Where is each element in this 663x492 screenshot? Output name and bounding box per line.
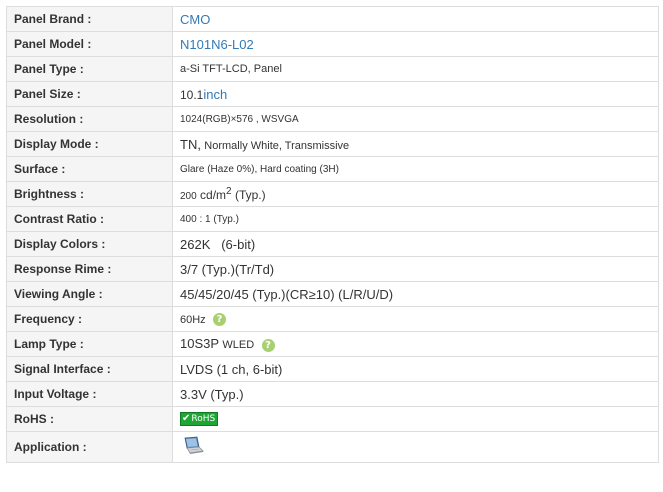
application-value xyxy=(172,431,659,463)
input-voltage-value: 3.3V (Typ.) xyxy=(172,381,659,407)
brightness-number: 200 xyxy=(180,191,197,202)
panel-size-number: 10.1 xyxy=(180,87,204,102)
rohs-label: RoHS : xyxy=(6,406,173,432)
panel-brand-value: CMO xyxy=(172,6,659,32)
viewing-angle-value: 45/45/20/45 (Typ.)(CR≥10) (L/R/U/D) xyxy=(172,281,659,307)
panel-brand-link[interactable]: CMO xyxy=(180,12,210,27)
spec-row-signal-interface: Signal Interface : LVDS (1 ch, 6-bit) xyxy=(6,356,659,382)
rohs-badge-text: RoHS xyxy=(191,414,216,425)
spec-row-brightness: Brightness : 200 cd/m2 (Typ.) xyxy=(6,181,659,207)
panel-type-value: a-Si TFT-LCD, Panel xyxy=(172,56,659,82)
panel-spec-table: Panel Brand : CMO Panel Model : N101N6-L… xyxy=(6,6,659,463)
panel-size-value: 10.1inch xyxy=(172,81,659,107)
display-mode-value: TN, Normally White, Transmissive xyxy=(172,131,659,157)
spec-row-input-voltage: Input Voltage : 3.3V (Typ.) xyxy=(6,381,659,407)
response-time-value: 3/7 (Typ.)(Tr/Td) xyxy=(172,256,659,282)
rohs-value: ✔ RoHS xyxy=(172,406,659,432)
spec-row-display-colors: Display Colors : 262K (6-bit) xyxy=(6,231,659,257)
resolution-label: Resolution : xyxy=(6,106,173,132)
display-colors-label: Display Colors : xyxy=(6,231,173,257)
resolution-value: 1024(RGB)×576 , WSVGA xyxy=(172,106,659,132)
lamp-type-main: 10S3P xyxy=(180,336,220,352)
spec-row-resolution: Resolution : 1024(RGB)×576 , WSVGA xyxy=(6,106,659,132)
spec-row-surface: Surface : Glare (Haze 0%), Hard coating … xyxy=(6,156,659,182)
help-icon[interactable]: ? xyxy=(213,313,227,327)
frequency-value: 60Hz ? xyxy=(172,306,659,332)
frequency-label: Frequency : xyxy=(6,306,173,332)
display-colors-value: 262K (6-bit) xyxy=(172,231,659,257)
spec-row-response-time: Response Rime : 3/7 (Typ.)(Tr/Td) xyxy=(6,256,659,282)
viewing-angle-label: Viewing Angle : xyxy=(6,281,173,307)
brightness-superscript: 2 xyxy=(226,186,232,197)
frequency-text: 60Hz xyxy=(180,313,206,326)
brightness-value: 200 cd/m2 (Typ.) xyxy=(172,181,659,207)
lamp-type-value: 10S3P WLED ? xyxy=(172,331,659,357)
application-label: Application : xyxy=(6,431,173,463)
panel-type-label: Panel Type : xyxy=(6,56,173,82)
panel-size-unit-link[interactable]: inch xyxy=(203,87,227,102)
spec-row-viewing-angle: Viewing Angle : 45/45/20/45 (Typ.)(CR≥10… xyxy=(6,281,659,307)
laptop-icon[interactable] xyxy=(180,436,204,459)
signal-interface-label: Signal Interface : xyxy=(6,356,173,382)
spec-row-lamp-type: Lamp Type : 10S3P WLED ? xyxy=(6,331,659,357)
input-voltage-label: Input Voltage : xyxy=(6,381,173,407)
spec-row-display-mode: Display Mode : TN, Normally White, Trans… xyxy=(6,131,659,157)
brightness-rest: (Typ.) xyxy=(234,188,266,202)
lamp-type-rest: WLED xyxy=(222,339,255,352)
display-mode-rest: Normally White, Transmissive xyxy=(204,139,350,152)
spec-row-rohs: RoHS : ✔ RoHS xyxy=(6,406,659,432)
check-icon: ✔ xyxy=(182,413,191,425)
spec-row-frequency: Frequency : 60Hz ? xyxy=(6,306,659,332)
panel-brand-label: Panel Brand : xyxy=(6,6,173,32)
surface-label: Surface : xyxy=(6,156,173,182)
panel-model-link[interactable]: N101N6-L02 xyxy=(180,37,254,52)
rohs-badge: ✔ RoHS xyxy=(180,412,219,427)
spec-row-contrast-ratio: Contrast Ratio : 400 : 1 (Typ.) xyxy=(6,206,659,232)
spec-row-panel-brand: Panel Brand : CMO xyxy=(6,6,659,32)
contrast-ratio-value: 400 : 1 (Typ.) xyxy=(172,206,659,232)
spec-row-panel-size: Panel Size : 10.1inch xyxy=(6,81,659,107)
signal-interface-value: LVDS (1 ch, 6-bit) xyxy=(172,356,659,382)
brightness-label: Brightness : xyxy=(6,181,173,207)
response-time-label: Response Rime : xyxy=(6,256,173,282)
brightness-unit: cd/m xyxy=(200,188,227,202)
contrast-ratio-label: Contrast Ratio : xyxy=(6,206,173,232)
panel-model-value: N101N6-L02 xyxy=(172,31,659,57)
display-mode-label: Display Mode : xyxy=(6,131,173,157)
spec-row-application: Application : xyxy=(6,431,659,463)
spec-row-panel-model: Panel Model : N101N6-L02 xyxy=(6,31,659,57)
display-mode-main: TN, xyxy=(180,136,201,152)
panel-model-label: Panel Model : xyxy=(6,31,173,57)
spec-row-panel-type: Panel Type : a-Si TFT-LCD, Panel xyxy=(6,56,659,82)
lamp-type-label: Lamp Type : xyxy=(6,331,173,357)
panel-size-label: Panel Size : xyxy=(6,81,173,107)
surface-value: Glare (Haze 0%), Hard coating (3H) xyxy=(172,156,659,182)
help-icon[interactable]: ? xyxy=(261,338,275,352)
